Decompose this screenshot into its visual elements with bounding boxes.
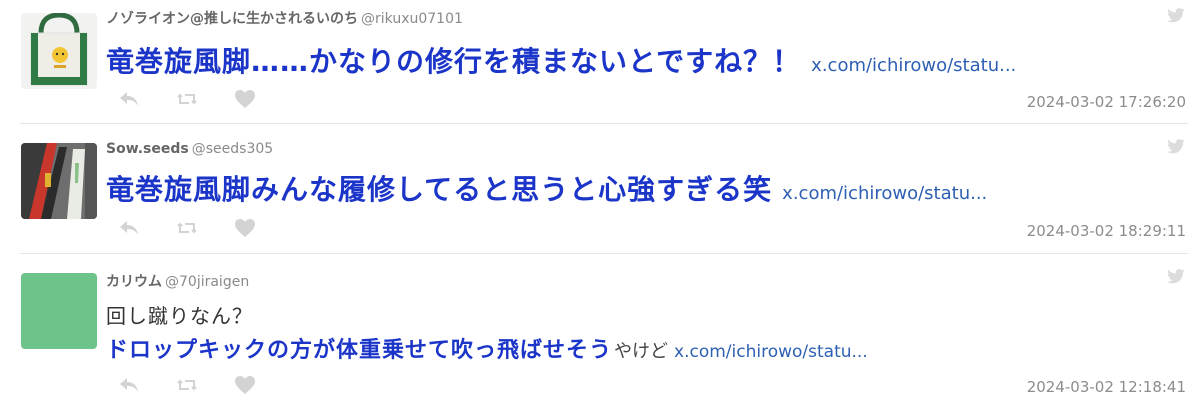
reply-icon [120, 92, 138, 106]
retweet-button[interactable] [174, 88, 200, 110]
reply-button[interactable] [116, 88, 142, 110]
tweet-actions [116, 88, 258, 110]
display-name[interactable]: カリウム [106, 274, 162, 290]
reply-icon [120, 221, 138, 235]
tweet-link[interactable]: x.com/ichirowo/statu... [782, 183, 987, 204]
like-button[interactable] [232, 88, 258, 110]
tweet-text: 竜巻旋風脚……かなりの修行を積まないとですね？！ [106, 45, 802, 78]
tweet-header: ノゾライオン@推しに生かされるいのち @rikuxu07101 [106, 8, 463, 28]
tweet-card: カリウム @70jiraigen 回し蹴りなん？ ドロップキックの方が体重乗せて吹… [0, 254, 1200, 407]
twitter-bird-icon[interactable] [1166, 139, 1186, 155]
tweet-body: 竜巻旋風脚みんな履修してると思うと心強すぎる笑 x.com/ichirowo/st… [106, 168, 987, 208]
display-name[interactable]: Sow.seeds [106, 141, 189, 157]
retweet-icon [177, 222, 197, 234]
tweet-timestamp[interactable]: 2024-03-02 17:26:20 [1027, 93, 1186, 111]
tweet-emphasis-text: ドロップキックの方が体重乗せて吹っ飛ばせそう [106, 338, 613, 363]
user-handle[interactable]: @seeds305 [192, 141, 273, 157]
display-name[interactable]: ノゾライオン@推しに生かされるいのち [106, 11, 358, 27]
retweet-button[interactable] [174, 374, 200, 396]
avatar[interactable] [21, 273, 97, 349]
like-button[interactable] [232, 374, 258, 396]
retweet-icon [177, 379, 197, 391]
retweet-icon [177, 93, 197, 105]
tweet-body: 竜巻旋風脚……かなりの修行を積まないとですね？！ x.com/ichirowo/s… [106, 40, 1016, 80]
tweet-feed: ノゾライオン@推しに生かされるいのち @rikuxu07101 竜巻旋風脚……かな… [0, 0, 1200, 407]
heart-icon [235, 376, 255, 394]
like-button[interactable] [232, 217, 258, 239]
tweet-text: 竜巻旋風脚みんな履修してると思うと心強すぎる笑 [106, 173, 773, 206]
reply-icon [120, 378, 138, 392]
heart-icon [235, 219, 255, 237]
user-handle[interactable]: @70jiraigen [165, 274, 249, 290]
tweet-header: カリウム @70jiraigen [106, 271, 249, 291]
tweet-card: ノゾライオン@推しに生かされるいのち @rikuxu07101 竜巻旋風脚……かな… [0, 0, 1200, 124]
tweet-link[interactable]: x.com/ichirowo/statu... [811, 55, 1016, 76]
tweet-actions [116, 374, 258, 396]
twitter-bird-icon[interactable] [1166, 269, 1186, 285]
reply-button[interactable] [116, 217, 142, 239]
heart-icon [235, 90, 255, 108]
tweet-link[interactable]: x.com/ichirowo/statu... [674, 342, 868, 362]
tweet-card: Sow.seeds @seeds305 竜巻旋風脚みんな履修してると思うと心強すぎ… [0, 124, 1200, 254]
tweet-text-tail: やけど [614, 341, 669, 362]
reply-button[interactable] [116, 374, 142, 396]
tweet-header: Sow.seeds @seeds305 [106, 141, 273, 157]
avatar[interactable] [21, 143, 97, 219]
green-avatar-image [21, 273, 97, 349]
tweet-timestamp[interactable]: 2024-03-02 12:18:41 [1027, 378, 1186, 396]
avatar[interactable] [21, 13, 97, 89]
skis-avatar-image [21, 143, 97, 219]
tweet-actions [116, 217, 258, 239]
tweet-body: ドロップキックの方が体重乗せて吹っ飛ばせそう やけど x.com/ichirowo/… [106, 332, 868, 364]
tweet-timestamp[interactable]: 2024-03-02 18:29:11 [1027, 222, 1186, 240]
tote-bag-avatar-image [21, 13, 97, 89]
twitter-bird-icon[interactable] [1166, 8, 1186, 24]
user-handle[interactable]: @rikuxu07101 [361, 11, 463, 27]
tweet-text-line: 回し蹴りなん？ [106, 304, 253, 328]
retweet-button[interactable] [174, 217, 200, 239]
